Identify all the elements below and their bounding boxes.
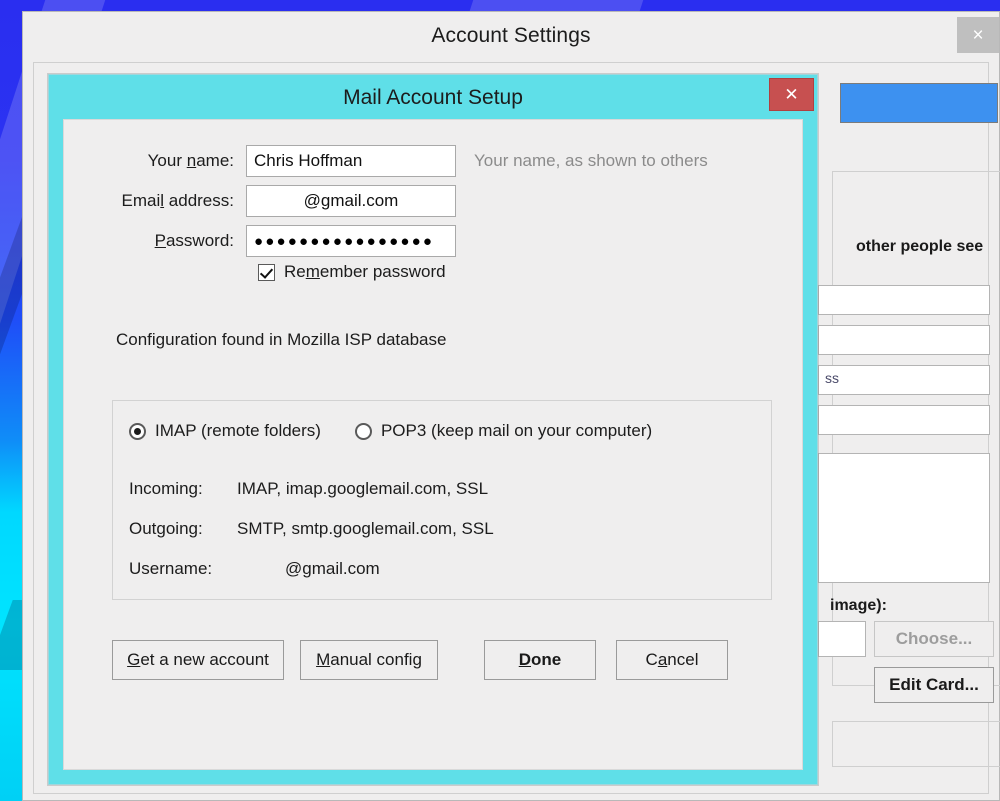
choose-button[interactable]: Choose...	[874, 621, 994, 657]
configuration-group-box: IMAP (remote folders) POP3 (keep mail on…	[112, 400, 772, 600]
server-info-username: Username: @gmail.com	[129, 559, 380, 579]
get-a-new-account-button[interactable]: Get a new account	[112, 640, 284, 680]
signature-textarea[interactable]	[818, 453, 990, 583]
cancel-label: Cancel	[645, 650, 699, 669]
manual-config-label: Manual config	[316, 650, 422, 669]
account-settings-titlebar: Account Settings ×	[23, 12, 999, 60]
server-info-username-key: Username:	[129, 559, 213, 578]
server-info-incoming-value: IMAP, imap.googlemail.com, SSL	[237, 479, 489, 498]
account-settings-title: Account Settings	[431, 24, 591, 47]
manual-config-button[interactable]: Manual config	[300, 640, 438, 680]
identity-field-4[interactable]	[818, 405, 990, 435]
radio-unselected-icon[interactable]	[354, 422, 372, 440]
email-address-input[interactable]: @gmail.com	[246, 185, 456, 217]
done-button[interactable]: Done	[484, 640, 596, 680]
radio-selected-icon[interactable]	[129, 422, 146, 440]
get-a-new-account-label: Get a new account	[127, 650, 269, 669]
edit-card-button-label: Edit Card...	[889, 675, 979, 694]
identity-field-3[interactable]: ss	[818, 365, 990, 395]
choose-button-label: Choose...	[895, 629, 973, 648]
photo-label: image):	[830, 597, 887, 614]
radio-option-pop3[interactable]: POP3 (keep mail on your computer)	[354, 421, 653, 441]
radio-option-pop3-label: POP3 (keep mail on your computer)	[380, 421, 653, 440]
close-icon[interactable]: ✕	[769, 78, 814, 111]
server-info-outgoing: Outgoing: SMTP, smtp.googlemail.com, SSL	[129, 519, 494, 539]
configuration-status-text: Configuration found in Mozilla ISP datab…	[116, 330, 447, 349]
dialog-button-bar: Get a new account Manual config Done Can…	[112, 640, 768, 680]
identity-field-3-value: ss	[825, 370, 839, 386]
identity-field-2[interactable]	[818, 325, 990, 355]
close-icon[interactable]: ×	[957, 17, 999, 53]
identity-field-1[interactable]	[818, 285, 990, 315]
form-row-your-name: Your name: Chris Hoffman Your name, as s…	[64, 144, 802, 178]
form-row-password: Password: ●●●●●●●●●●●●●●●●	[64, 224, 802, 258]
server-info-username-value: @gmail.com	[285, 559, 380, 578]
server-info-incoming: Incoming: IMAP, imap.googlemail.com, SSL	[129, 479, 488, 499]
protocol-radio-group: IMAP (remote folders) POP3 (keep mail on…	[129, 421, 686, 441]
mail-dialog-title: Mail Account Setup	[343, 86, 523, 109]
mail-account-setup-dialog: Mail Account Setup ✕ Your name: Chris Ho…	[48, 74, 818, 785]
checkbox-checked-icon[interactable]	[258, 263, 275, 281]
password-input[interactable]: ●●●●●●●●●●●●●●●●	[246, 225, 456, 257]
form-row-email-address: Email address: @gmail.com	[64, 184, 802, 218]
radio-option-imap-label: IMAP (remote folders)	[155, 421, 321, 440]
bottom-group-box	[832, 721, 1000, 767]
edit-card-button[interactable]: Edit Card...	[874, 667, 994, 703]
photo-preview-box[interactable]	[818, 621, 866, 657]
done-label: Done	[518, 650, 562, 669]
email-address-label: Email address:	[121, 191, 234, 210]
radio-option-imap[interactable]: IMAP (remote folders)	[129, 421, 321, 441]
password-label: Password:	[154, 231, 234, 250]
cancel-button[interactable]: Cancel	[616, 640, 728, 680]
server-info-incoming-key: Incoming:	[129, 479, 203, 498]
server-info-outgoing-key: Outgoing:	[129, 519, 203, 538]
mail-dialog-titlebar: Mail Account Setup ✕	[49, 75, 817, 121]
remember-password-label: Remember password	[284, 262, 446, 281]
mail-dialog-content: Your name: Chris Hoffman Your name, as s…	[63, 119, 803, 770]
your-name-hint: Your name, as shown to others	[474, 151, 708, 170]
your-name-label: Your name:	[147, 151, 234, 170]
selected-account-row[interactable]	[840, 83, 998, 123]
identity-group-label: other people see	[856, 238, 984, 255]
your-name-input[interactable]: Chris Hoffman	[246, 145, 456, 177]
account-settings-right-panel: other people see ss image): Choose... Ed…	[804, 71, 1000, 789]
remember-password-checkbox-row[interactable]: Remember password	[258, 262, 446, 282]
server-info-outgoing-value: SMTP, smtp.googlemail.com, SSL	[237, 519, 494, 538]
screen: Account Settings × other people see ss i…	[0, 0, 1000, 801]
